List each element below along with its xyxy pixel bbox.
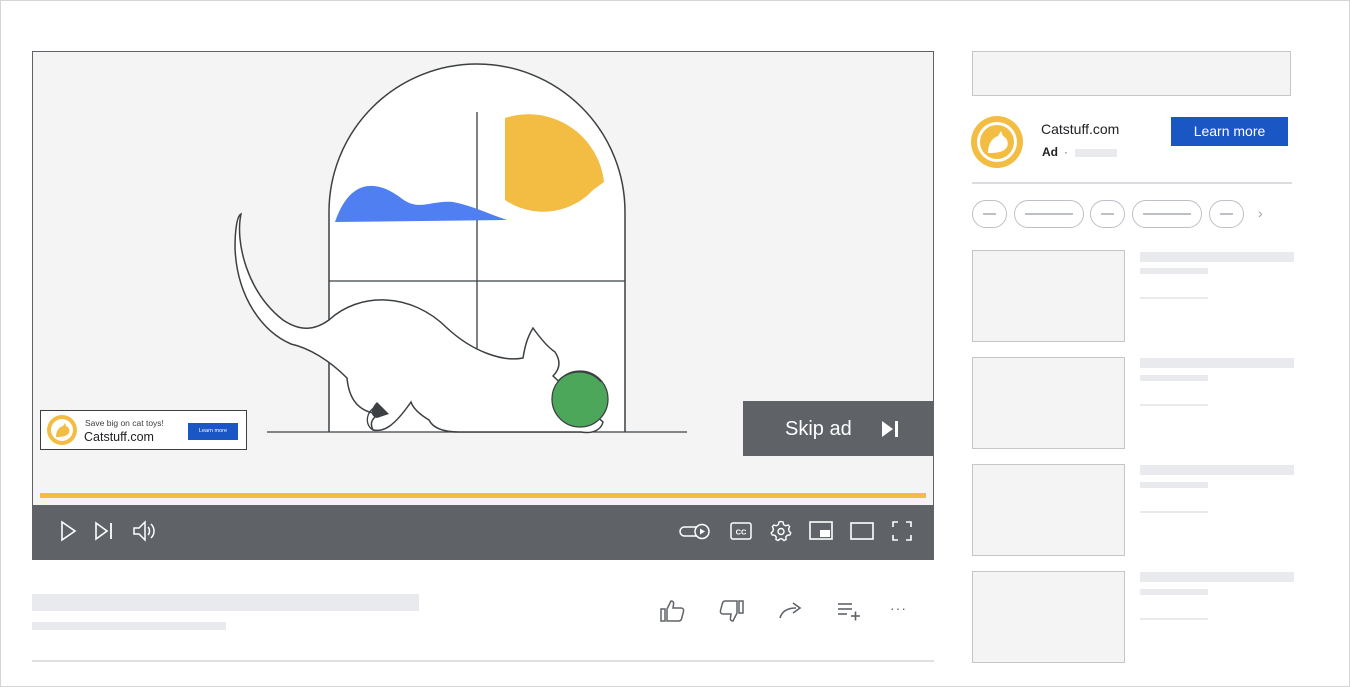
filter-chip[interactable] [972,200,1007,228]
filter-chip[interactable] [1132,200,1202,228]
recommended-meta-placeholder [1140,618,1208,620]
recommended-title-placeholder [1140,465,1294,475]
autoplay-toggle-icon[interactable] [679,519,713,543]
recommended-meta-placeholder [1140,482,1208,488]
captions-icon-text: CC [736,528,747,537]
recommended-video-thumbnail[interactable] [972,464,1125,556]
recommended-meta-placeholder [1140,375,1208,381]
filter-chip[interactable] [1209,200,1244,228]
channel-placeholder [32,622,226,630]
settings-icon[interactable] [769,519,793,543]
captions-icon[interactable]: CC [729,519,753,543]
content-divider [32,660,934,662]
next-icon[interactable] [93,519,115,543]
overlay-ad-banner[interactable]: Save big on cat toys! Catstuff.com Learn… [40,410,247,450]
recommended-title-placeholder [1140,572,1294,582]
filter-chip[interactable] [1014,200,1084,228]
theater-mode-icon[interactable] [849,519,875,543]
recommended-meta-placeholder [1140,268,1208,274]
sidebar-ad-site: Catstuff.com [1041,121,1120,137]
video-player[interactable]: Save big on cat toys! Catstuff.com Learn… [32,51,934,560]
dislike-icon[interactable] [718,598,746,624]
skip-next-icon [882,421,898,437]
fullscreen-icon[interactable] [890,519,914,543]
sidebar-top-banner-placeholder [972,51,1291,96]
like-icon[interactable] [658,598,686,624]
player-control-bar: CC [33,505,933,559]
video-title-placeholder [32,594,419,611]
sidebar-learn-more-button[interactable]: Learn more [1171,117,1288,146]
sidebar-divider [972,182,1292,184]
recommended-title-placeholder [1140,358,1294,368]
ad-progress-bar[interactable] [40,493,926,498]
filter-chip[interactable] [1090,200,1125,228]
ad-url-placeholder [1075,149,1117,157]
catstuff-logo-icon [971,116,1023,168]
play-icon[interactable] [59,519,77,543]
ad-badge: Ad [1042,145,1058,159]
chips-next-chevron-icon[interactable]: › [1258,205,1263,221]
volume-icon[interactable] [131,519,157,543]
more-options-icon[interactable]: ··· [890,600,907,616]
recommended-meta-placeholder [1140,297,1208,299]
catstuff-logo-icon [47,415,77,445]
recommended-meta-placeholder [1140,589,1208,595]
recommended-meta-placeholder [1140,404,1208,406]
miniplayer-icon[interactable] [808,519,834,543]
overlay-ad-tagline: Save big on cat toys! [85,418,164,428]
recommended-video-thumbnail[interactable] [972,571,1125,663]
share-icon[interactable] [777,598,805,624]
recommended-title-placeholder [1140,252,1294,262]
recommended-video-thumbnail[interactable] [972,250,1125,342]
recommended-meta-placeholder [1140,511,1208,513]
ad-separator: · [1064,145,1068,159]
skip-ad-button[interactable]: Skip ad [743,401,933,456]
overlay-ad-site: Catstuff.com [84,430,154,444]
overlay-learn-more-button[interactable]: Learn more [188,423,238,440]
save-to-playlist-icon[interactable] [836,598,864,624]
recommended-video-thumbnail[interactable] [972,357,1125,449]
skip-ad-label: Skip ad [785,418,852,440]
